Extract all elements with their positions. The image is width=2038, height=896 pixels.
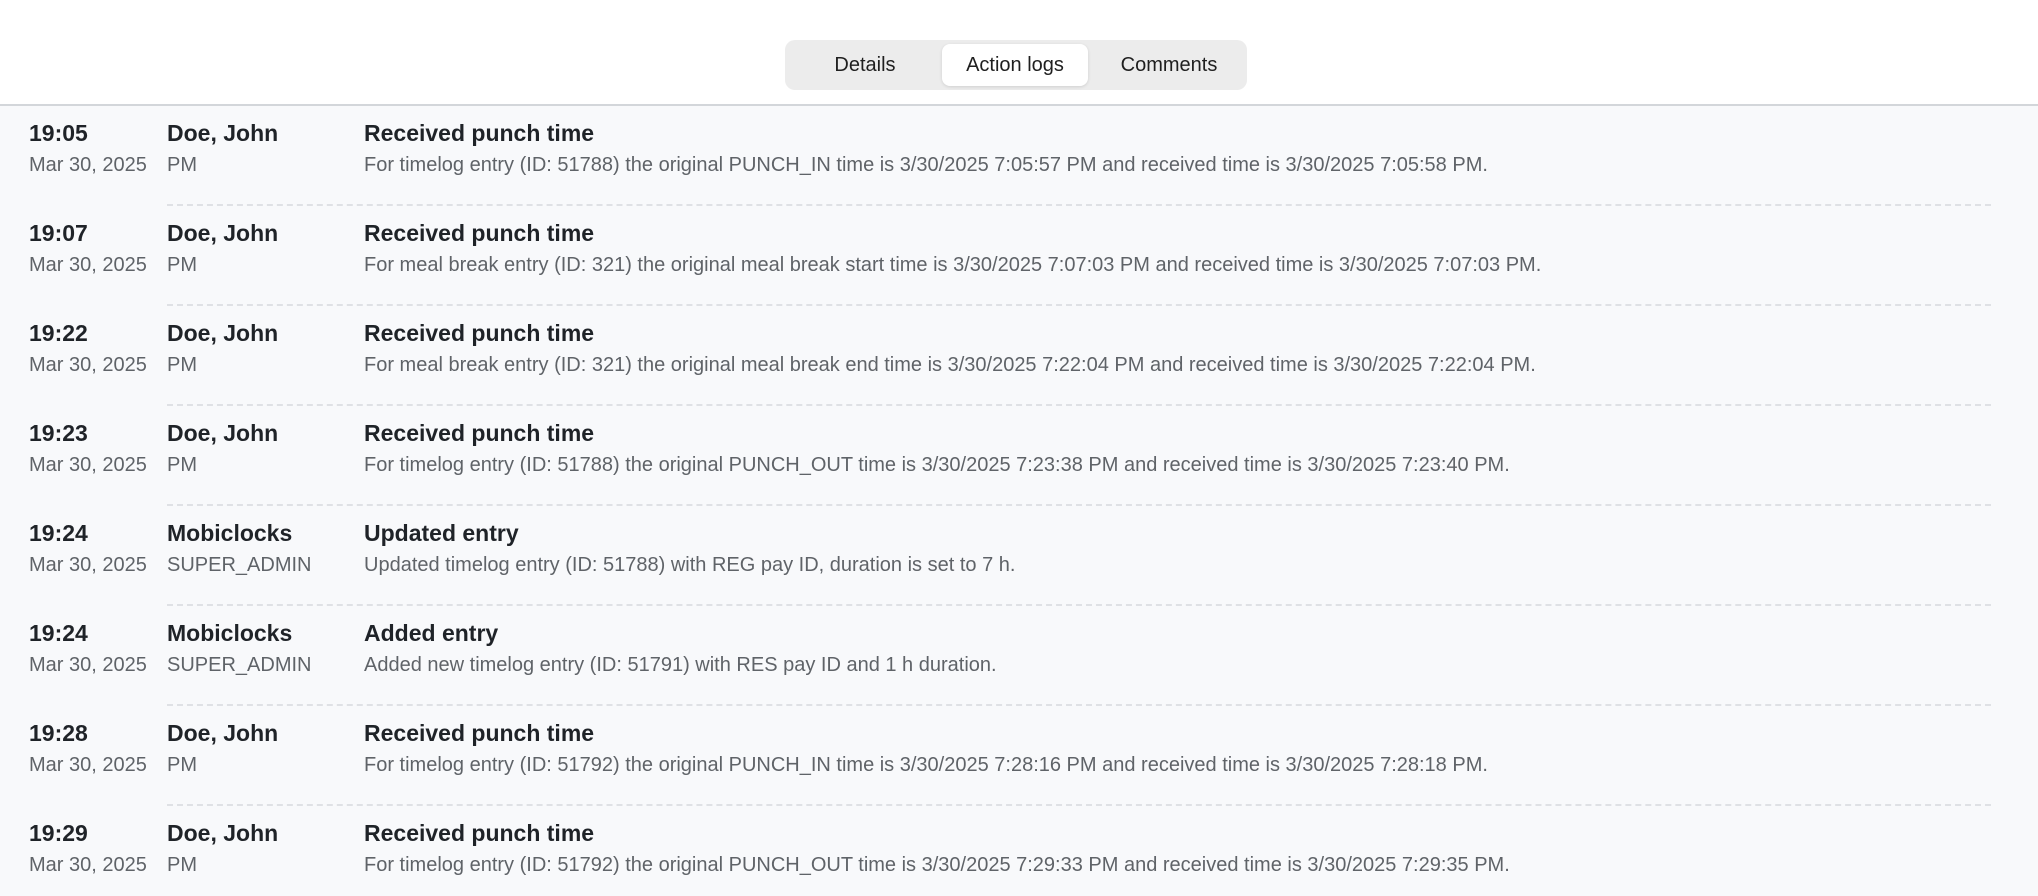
log-action-description: For timelog entry (ID: 51792) the origin… — [364, 854, 1510, 876]
log-date: Mar 30, 2025 — [29, 454, 147, 476]
log-time: 19:07 — [29, 220, 88, 246]
log-user-role: PM — [167, 254, 197, 276]
log-action-description: For meal break entry (ID: 321) the origi… — [364, 354, 1536, 376]
log-time: 19:22 — [29, 320, 88, 346]
log-action-description: For timelog entry (ID: 51788) the origin… — [364, 154, 1488, 176]
header: Details Action logs Comments — [0, 0, 2038, 106]
log-action-title: Received punch time — [364, 420, 595, 446]
log-date: Mar 30, 2025 — [29, 154, 147, 176]
log-user-name: Doe, John — [167, 420, 279, 446]
log-date: Mar 30, 2025 — [29, 754, 147, 776]
log-user-role: PM — [167, 454, 197, 476]
log-action-title: Updated entry — [364, 520, 519, 546]
log-action-description: For meal break entry (ID: 321) the origi… — [364, 254, 1542, 276]
log-entry: 19:07 Mar 30, 2025 Doe, John PM Received… — [0, 206, 2038, 306]
log-action-description: For timelog entry (ID: 51792) the origin… — [364, 754, 1488, 776]
log-user-name: Doe, John — [167, 320, 279, 346]
log-user-role: SUPER_ADMIN — [167, 654, 312, 676]
log-time: 19:28 — [29, 720, 88, 746]
log-action-title: Received punch time — [364, 820, 595, 846]
log-user-role: PM — [167, 154, 197, 176]
log-user-name: Mobiclocks — [167, 520, 293, 546]
log-action-title: Received punch time — [364, 120, 595, 146]
log-date: Mar 30, 2025 — [29, 554, 147, 576]
log-user-role: SUPER_ADMIN — [167, 554, 312, 576]
tab-switcher: Details Action logs Comments — [785, 40, 1247, 90]
log-date: Mar 30, 2025 — [29, 854, 147, 876]
log-user-name: Mobiclocks — [167, 620, 293, 646]
log-action-title: Added entry — [364, 620, 499, 646]
log-action-description: Updated timelog entry (ID: 51788) with R… — [364, 554, 1016, 576]
log-entry: 19:23 Mar 30, 2025 Doe, John PM Received… — [0, 406, 2038, 506]
log-user-role: PM — [167, 854, 197, 876]
log-user-role: PM — [167, 754, 197, 776]
log-action-title: Received punch time — [364, 720, 595, 746]
log-action-description: For timelog entry (ID: 51788) the origin… — [364, 454, 1510, 476]
log-date: Mar 30, 2025 — [29, 254, 147, 276]
log-entry: 19:22 Mar 30, 2025 Doe, John PM Received… — [0, 306, 2038, 406]
action-log-list: 19:05 Mar 30, 2025 Doe, John PM Received… — [0, 106, 2038, 896]
log-entry: 19:24 Mar 30, 2025 Mobiclocks SUPER_ADMI… — [0, 506, 2038, 606]
log-user-name: Doe, John — [167, 120, 279, 146]
tab-comments[interactable]: Comments — [1096, 44, 1242, 86]
log-time: 19:29 — [29, 820, 88, 846]
log-user-name: Doe, John — [167, 220, 279, 246]
log-date: Mar 30, 2025 — [29, 654, 147, 676]
log-time: 19:23 — [29, 420, 88, 446]
log-user-name: Doe, John — [167, 820, 279, 846]
log-entry: 19:24 Mar 30, 2025 Mobiclocks SUPER_ADMI… — [0, 606, 2038, 706]
log-action-title: Received punch time — [364, 220, 595, 246]
log-user-name: Doe, John — [167, 720, 279, 746]
log-entry: 19:28 Mar 30, 2025 Doe, John PM Received… — [0, 706, 2038, 806]
log-date: Mar 30, 2025 — [29, 354, 147, 376]
tab-details[interactable]: Details — [797, 44, 933, 86]
log-time: 19:05 — [29, 120, 88, 146]
log-time: 19:24 — [29, 520, 88, 546]
log-time: 19:24 — [29, 620, 88, 646]
log-entry: 19:05 Mar 30, 2025 Doe, John PM Received… — [0, 106, 2038, 206]
log-action-description: Added new timelog entry (ID: 51791) with… — [364, 654, 997, 676]
log-action-title: Received punch time — [364, 320, 595, 346]
tab-action-logs[interactable]: Action logs — [942, 44, 1088, 86]
log-entry: 19:29 Mar 30, 2025 Doe, John PM Received… — [0, 806, 2038, 896]
log-user-role: PM — [167, 354, 197, 376]
